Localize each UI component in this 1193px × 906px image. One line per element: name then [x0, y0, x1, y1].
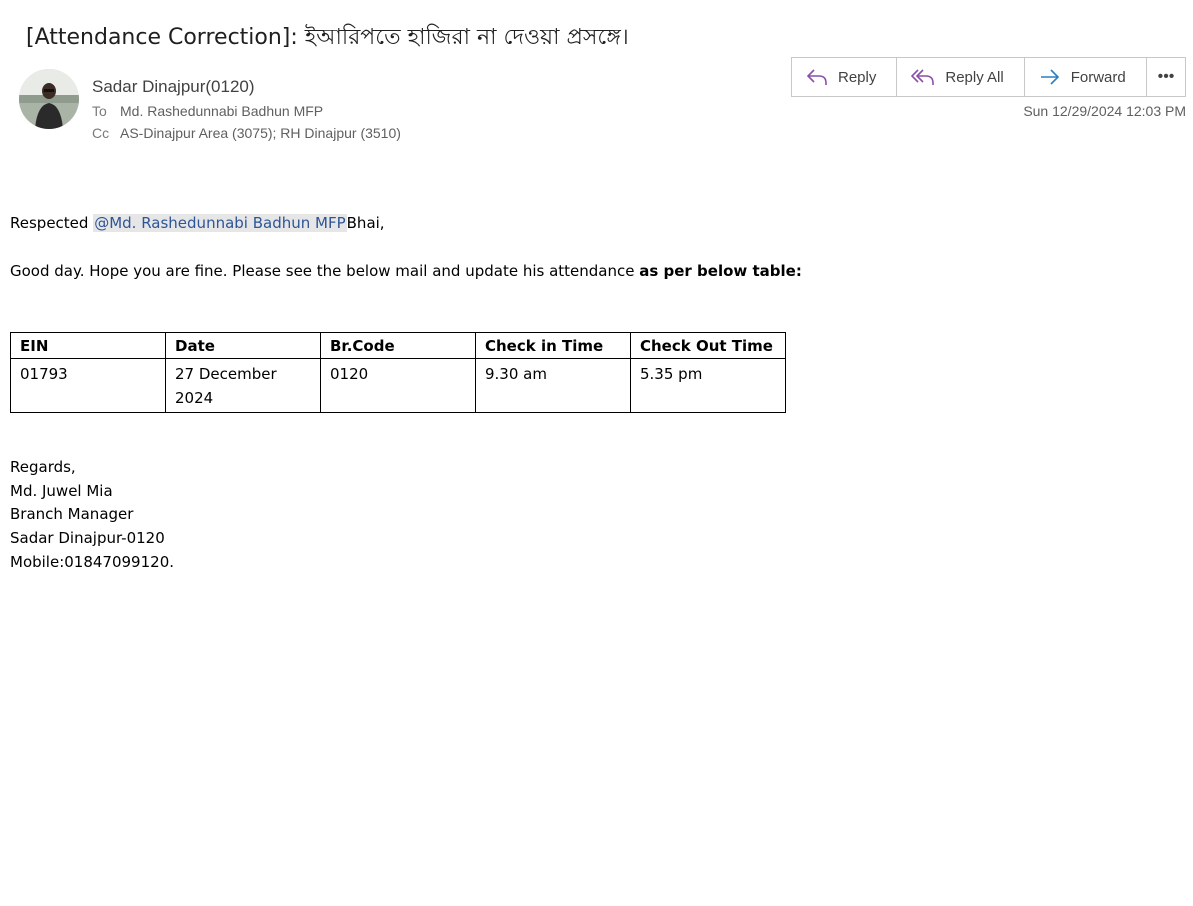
signature-block: Regards, Md. Juwel Mia Branch Manager Sa…: [10, 456, 174, 575]
to-row: To Md. Rashedunnabi Badhun MFP: [92, 103, 323, 119]
header-ein: EIN: [10, 332, 166, 359]
email-timestamp: Sun 12/29/2024 12:03 PM: [1023, 103, 1186, 119]
to-label: To: [92, 103, 107, 119]
mention-link[interactable]: @Md. Rashedunnabi Badhun MFP: [93, 214, 347, 232]
ellipsis-icon: •••: [1157, 68, 1175, 85]
cell-ein: 01793: [10, 358, 166, 413]
cell-check-out: 5.35 pm: [630, 358, 786, 413]
table-row: 01793 27 December 2024 0120 9.30 am 5.35…: [10, 358, 786, 413]
cell-br-code: 0120: [320, 358, 476, 413]
forward-button[interactable]: Forward: [1025, 58, 1146, 96]
body-line: Good day. Hope you are fine. Please see …: [10, 262, 802, 280]
reply-all-button[interactable]: Reply All: [897, 58, 1025, 96]
signature-title: Branch Manager: [10, 505, 134, 524]
cell-check-in: 9.30 am: [475, 358, 631, 413]
signature-branch: Sadar Dinajpur-0120: [10, 529, 165, 548]
header-check-out: Check Out Time: [630, 332, 786, 359]
signature-regards: Regards,: [10, 458, 76, 476]
more-actions-button[interactable]: •••: [1146, 57, 1186, 97]
attendance-table: EIN Date Br.Code Check in Time Check Out…: [10, 332, 786, 413]
cc-row: Cc AS-Dinajpur Area (3075); RH Dinajpur (…: [92, 125, 401, 141]
header-check-in: Check in Time: [475, 332, 631, 359]
reply-all-icon: [911, 69, 935, 85]
header-br-code: Br.Code: [320, 332, 476, 359]
email-subject: [Attendance Correction]: ইআরিপতে হাজিরা …: [26, 25, 629, 50]
forward-arrow-icon: [1040, 69, 1059, 85]
to-recipients[interactable]: Md. Rashedunnabi Badhun MFP: [120, 103, 323, 119]
body-bold-text: as per below table:: [639, 262, 802, 280]
reply-icon: [806, 69, 827, 85]
cc-recipients[interactable]: AS-Dinajpur Area (3075); RH Dinajpur (35…: [120, 125, 401, 141]
signature-mobile: Mobile:01847099120.: [10, 552, 175, 571]
greeting-prefix: Respected: [10, 214, 94, 232]
signature-name: Md. Juwel Mia: [10, 481, 113, 500]
cell-date: 27 December 2024: [165, 358, 321, 413]
greeting-suffix: Bhai,: [346, 214, 385, 232]
reply-label: Reply: [838, 68, 877, 86]
cc-label: Cc: [92, 125, 110, 141]
reply-all-label: Reply All: [945, 68, 1004, 86]
sender-name[interactable]: Sadar Dinajpur(0120): [92, 77, 255, 97]
greeting-line: Respected @Md. Rashedunnabi Badhun MFPBh…: [10, 214, 385, 232]
sender-avatar[interactable]: [19, 69, 79, 129]
email-reading-pane: [Attendance Correction]: ইআরিপতে হাজিরা …: [0, 0, 1193, 906]
forward-label: Forward: [1070, 68, 1126, 86]
message-actions: Reply Reply All Forward: [791, 57, 1147, 97]
body-text: Good day. Hope you are fine. Please see …: [10, 262, 640, 280]
reply-button[interactable]: Reply: [792, 58, 898, 96]
table-header-row: EIN Date Br.Code Check in Time Check Out…: [10, 332, 786, 359]
header-date: Date: [165, 332, 321, 359]
